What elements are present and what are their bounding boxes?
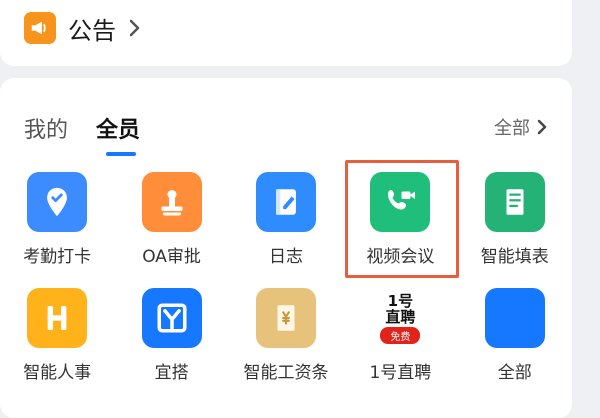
video-call-icon — [370, 172, 431, 232]
scroll-form-icon — [484, 172, 545, 232]
app-video-meeting[interactable]: 视频会议 — [343, 170, 457, 286]
tab-mine[interactable]: 我的 — [24, 112, 68, 144]
tab-underline — [106, 152, 137, 156]
app-daily-log[interactable]: 日志 — [229, 170, 343, 286]
view-all-label: 全部 — [494, 118, 530, 139]
notice-label: 公告 — [68, 16, 116, 45]
app-smart-forms[interactable]: 智能填表 — [458, 170, 572, 286]
chevron-right-icon — [537, 119, 547, 135]
zhipin-badge-top: 1号 — [387, 291, 414, 310]
app-label: 智能填表 — [480, 247, 549, 267]
app-label: 宜搭 — [154, 363, 189, 383]
app-smart-hr[interactable]: 智能人事 — [0, 286, 114, 402]
app-attendance[interactable]: 考勤打卡 — [0, 170, 114, 286]
app-grid: 考勤打卡 OA审批 日志 视频会议 智能填表 智能人事 宜搭 智能工资条 1号 … — [0, 170, 572, 402]
app-yida[interactable]: 宜搭 — [114, 286, 228, 402]
zhipin-logo-icon: 1号 直聘 免费 — [370, 288, 431, 348]
all-apps-icon — [484, 288, 545, 348]
app-label: 智能工资条 — [243, 363, 329, 383]
tab-all-staff[interactable]: 全员 — [96, 112, 141, 156]
zhipin-badge-mid: 直聘 — [385, 307, 416, 326]
app-label: 全部 — [497, 363, 532, 383]
chevron-right-icon — [129, 19, 140, 37]
app-1hao-zhipin[interactable]: 1号 直聘 免费 1号直聘 — [343, 286, 457, 402]
view-all-link[interactable]: 全部 — [494, 114, 548, 140]
h-letter-icon — [27, 288, 88, 348]
app-label: 视频会议 — [366, 247, 435, 267]
app-label: 1号直聘 — [369, 363, 432, 383]
app-smart-payslip[interactable]: 智能工资条 — [229, 286, 343, 402]
app-label: 智能人事 — [23, 363, 92, 383]
app-all[interactable]: 全部 — [458, 286, 572, 402]
tabs: 我的 全员 — [24, 108, 141, 156]
notice-row[interactable]: 公告 — [24, 8, 142, 48]
tab-all-staff-label: 全员 — [96, 118, 141, 143]
stamp-icon — [141, 172, 202, 232]
apps-card: 我的 全员 全部 考勤打卡 OA审批 日志 视频会议 智能填表 智能人事 宜搭 … — [0, 78, 572, 418]
y-logo-icon — [141, 288, 202, 348]
app-oa-approval[interactable]: OA审批 — [114, 170, 228, 286]
location-check-icon — [27, 172, 88, 232]
app-label: 考勤打卡 — [23, 247, 92, 267]
notice-card: 公告 — [0, 0, 572, 66]
salary-slip-icon — [255, 288, 316, 348]
app-label: 日志 — [268, 247, 303, 267]
notebook-pen-icon — [255, 172, 316, 232]
zhipin-badge-free: 免费 — [380, 326, 421, 344]
app-label: OA审批 — [142, 247, 201, 267]
megaphone-icon — [24, 12, 56, 44]
